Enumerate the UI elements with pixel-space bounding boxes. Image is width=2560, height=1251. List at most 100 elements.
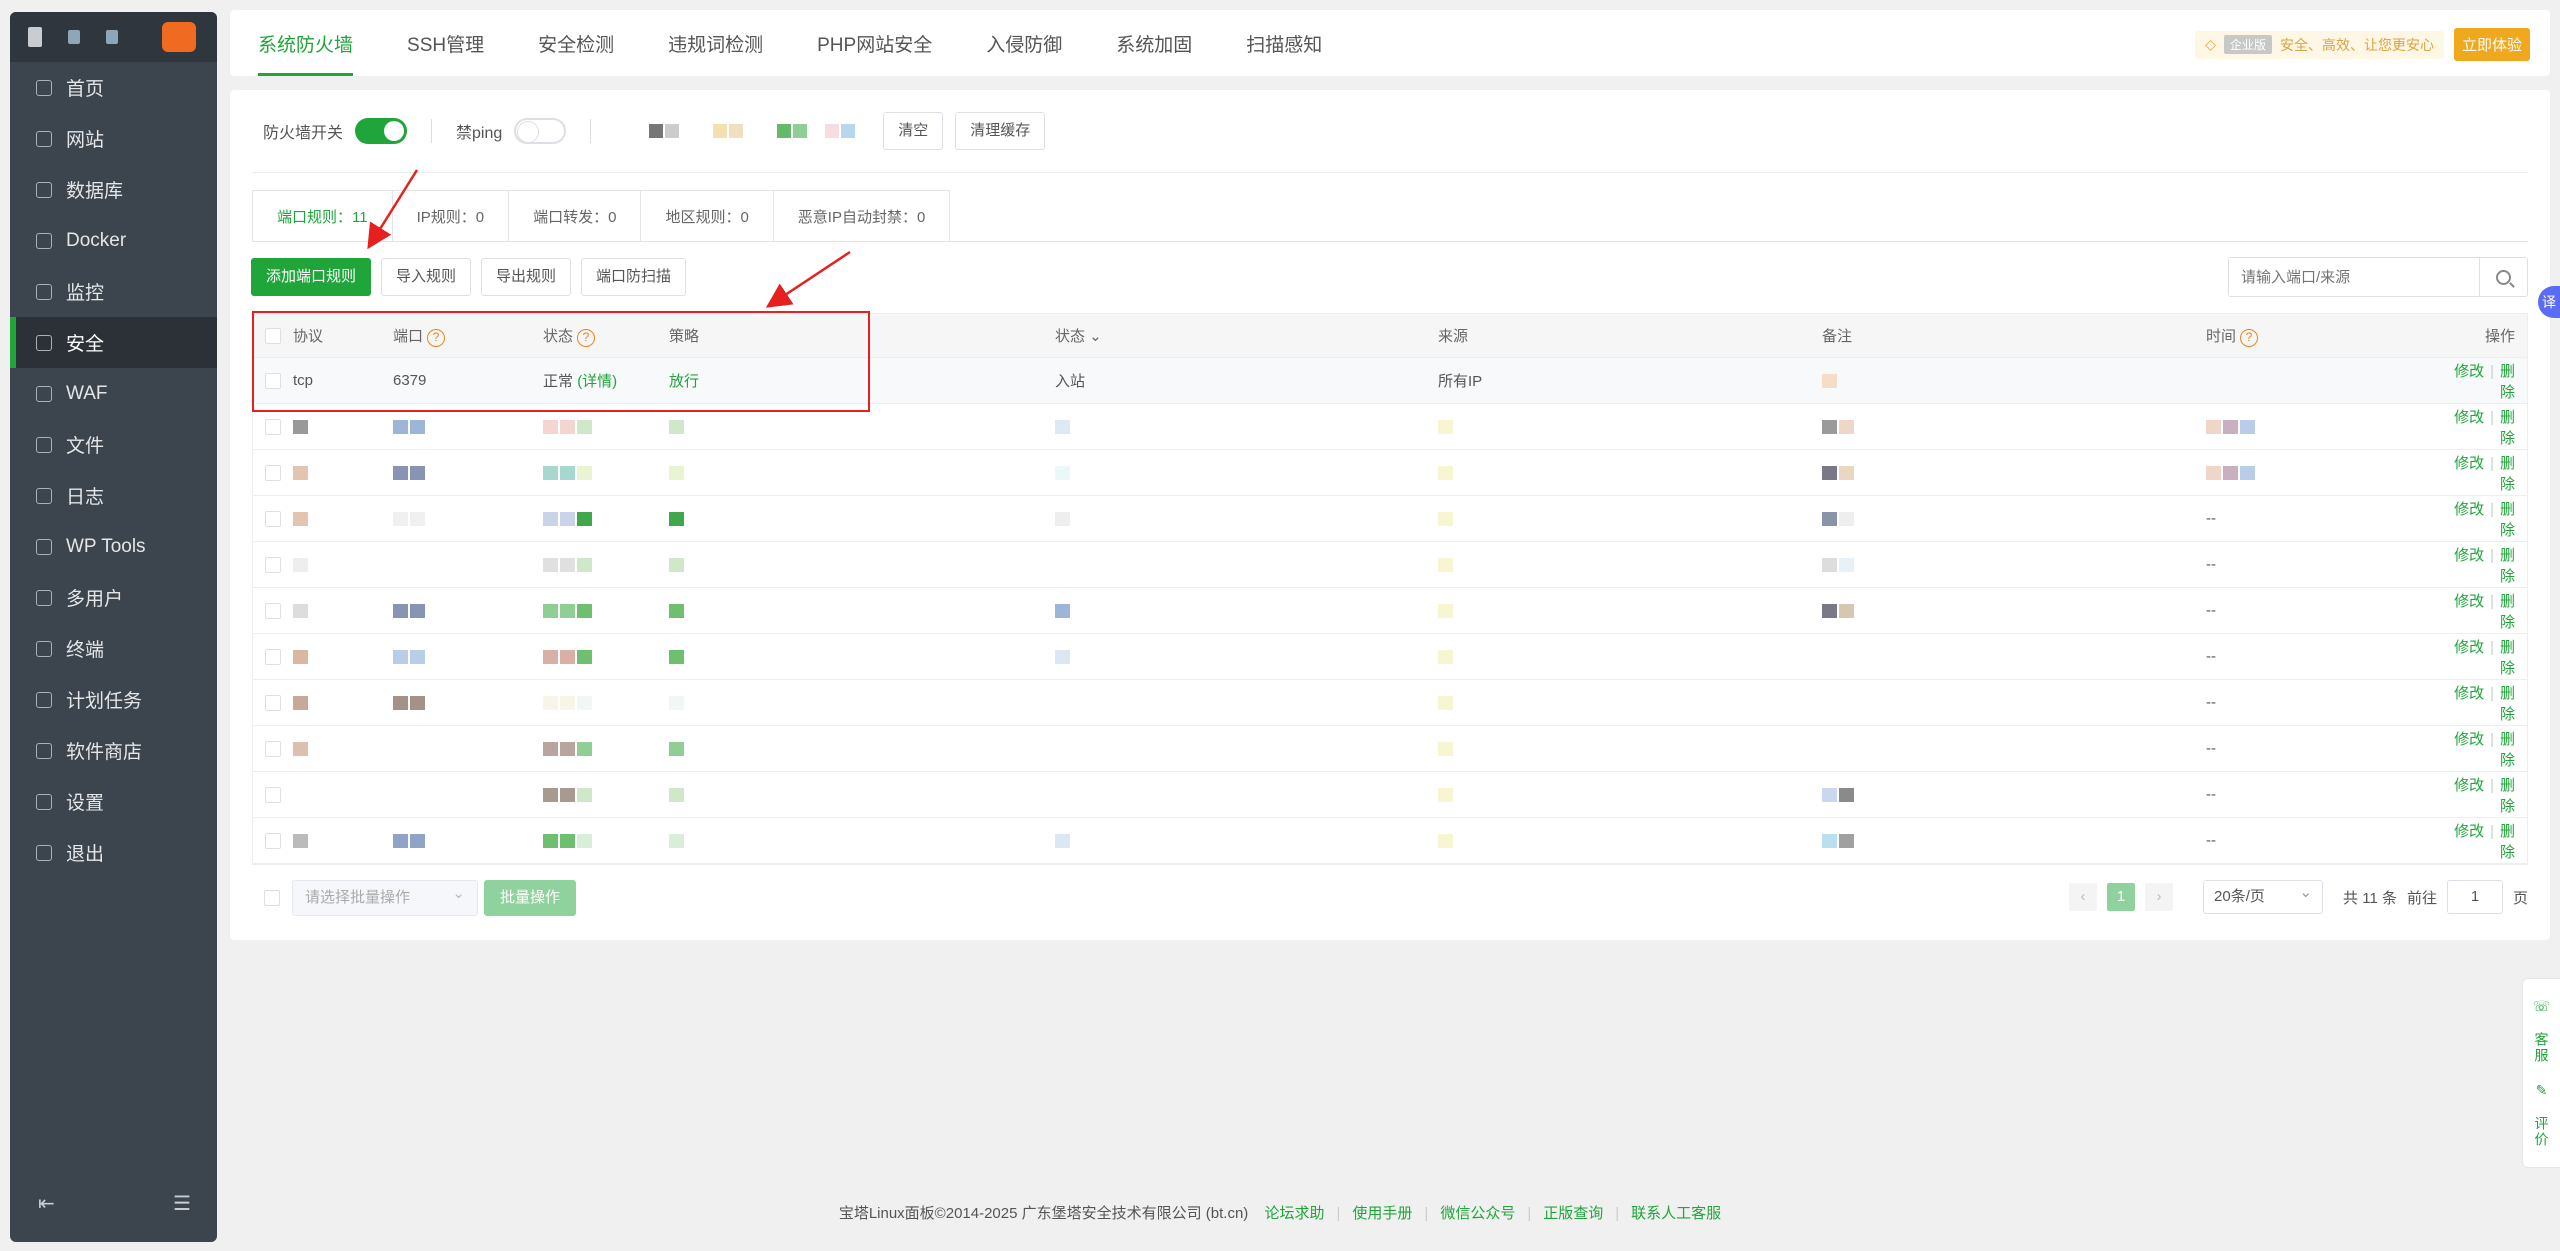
edit-link[interactable]: 修改 [2454, 455, 2484, 472]
row-checkbox[interactable] [265, 694, 281, 711]
sidebar-item-15[interactable]: 退出 [10, 827, 217, 878]
sidebar-item-8[interactable]: 日志 [10, 470, 217, 521]
tab-1[interactable]: SSH管理 [407, 10, 484, 76]
sidebar-item-10[interactable]: 多用户 [10, 572, 217, 623]
help-icon[interactable]: ? [577, 328, 596, 347]
help-icon[interactable]: ? [2240, 328, 2259, 347]
firewall-switch[interactable] [355, 118, 408, 144]
tab-3[interactable]: 违规词检测 [668, 10, 763, 76]
tab-7[interactable]: 扫描感知 [1246, 10, 1322, 76]
edit-link[interactable]: 修改 [2454, 409, 2484, 426]
delete-link[interactable]: 删除 [2500, 593, 2515, 631]
port-scan-button[interactable]: 端口防扫描 [581, 258, 687, 296]
edit-link[interactable]: 修改 [2454, 731, 2484, 748]
search-button[interactable] [2479, 258, 2527, 296]
clear-button[interactable]: 清空 [883, 112, 944, 150]
delete-link[interactable]: 删除 [2500, 547, 2515, 585]
edit-link[interactable]: 修改 [2454, 823, 2484, 840]
status-detail-link[interactable]: (详情) [577, 373, 617, 390]
next-page-button[interactable]: › [2145, 883, 2174, 911]
row-checkbox[interactable] [265, 602, 281, 619]
customer-service-button[interactable]: 客服 [2532, 1032, 2552, 1064]
row-checkbox[interactable] [265, 372, 281, 389]
delete-link[interactable]: 删除 [2500, 501, 2515, 539]
cell-direction: 入站 [1055, 373, 1086, 390]
delete-link[interactable]: 删除 [2500, 731, 2515, 769]
delete-link[interactable]: 删除 [2500, 639, 2515, 677]
sidebar-item-11[interactable]: 终端 [10, 623, 217, 674]
sidebar-item-4[interactable]: 监控 [10, 266, 217, 317]
tab-0[interactable]: 系统防火墙 [258, 10, 354, 76]
tab-6[interactable]: 系统加固 [1116, 10, 1192, 76]
waf-shield-icon [36, 385, 52, 402]
sidebar-item-5[interactable]: 安全 [10, 317, 217, 368]
row-checkbox[interactable] [265, 464, 281, 481]
row-checkbox[interactable] [265, 418, 281, 435]
try-now-button[interactable]: 立即体验 [2453, 28, 2530, 61]
edit-link[interactable]: 修改 [2454, 685, 2484, 702]
rule-tab-1[interactable]: IP规则：0 [393, 191, 510, 242]
row-checkbox[interactable] [265, 556, 281, 573]
footer-link-3[interactable]: 正版查询 [1543, 1205, 1603, 1222]
edit-link[interactable]: 修改 [2454, 639, 2484, 656]
sidebar-item-14[interactable]: 设置 [10, 776, 217, 827]
rule-tab-2[interactable]: 端口转发：0 [509, 191, 642, 242]
rule-tab-3[interactable]: 地区规则：0 [641, 191, 774, 242]
divider: | [1336, 1205, 1341, 1222]
row-checkbox[interactable] [265, 786, 281, 803]
tab-4[interactable]: PHP网站安全 [817, 10, 932, 76]
promo-banner[interactable]: ◇ 企业版 安全、高效、让您更安心 [2195, 30, 2444, 59]
col-direction[interactable]: 状态 ⌄ [1055, 325, 1438, 346]
sidebar-item-3[interactable]: Docker [10, 215, 217, 266]
row-checkbox[interactable] [265, 510, 281, 527]
add-port-rule-button[interactable]: 添加端口规则 [251, 258, 372, 296]
delete-link[interactable]: 删除 [2500, 823, 2515, 861]
tab-5[interactable]: 入侵防御 [986, 10, 1062, 76]
row-checkbox[interactable] [265, 832, 281, 849]
delete-link[interactable]: 删除 [2500, 685, 2515, 723]
redacted-block [293, 466, 308, 481]
import-rule-button[interactable]: 导入规则 [381, 258, 472, 296]
sidebar-item-12[interactable]: 计划任务 [10, 674, 217, 725]
edit-link[interactable]: 修改 [2454, 593, 2484, 610]
sidebar-item-9[interactable]: WP Tools [10, 521, 217, 572]
delete-link[interactable]: 删除 [2500, 455, 2515, 493]
sidebar-item-7[interactable]: 文件 [10, 419, 217, 470]
goto-page-input[interactable]: 1 [2446, 880, 2503, 914]
sidebar-item-13[interactable]: 软件商店 [10, 725, 217, 776]
rule-tab-4[interactable]: 恶意IP自动封禁：0 [774, 191, 950, 242]
search-input[interactable] [2229, 258, 2479, 296]
page-1[interactable]: 1 [2107, 883, 2136, 911]
ping-switch[interactable] [514, 118, 567, 144]
sidebar-item-0[interactable]: 首页 [10, 62, 217, 113]
edit-link[interactable]: 修改 [2454, 501, 2484, 518]
footer-link-1[interactable]: 使用手册 [1352, 1205, 1412, 1222]
row-checkbox[interactable] [265, 648, 281, 665]
sidebar-item-2[interactable]: 数据库 [10, 164, 217, 215]
clear-cache-button[interactable]: 清理缓存 [955, 112, 1046, 150]
export-rule-button[interactable]: 导出规则 [481, 258, 572, 296]
footer-link-0[interactable]: 论坛求助 [1264, 1205, 1324, 1222]
row-checkbox[interactable] [265, 740, 281, 757]
footer-link-4[interactable]: 联系人工客服 [1631, 1205, 1721, 1222]
feedback-button[interactable]: 评价 [2532, 1116, 2552, 1148]
batch-select[interactable]: 请选择批量操作 [292, 877, 478, 916]
folder-icon [36, 436, 52, 453]
help-icon[interactable]: ? [427, 328, 446, 347]
edit-link[interactable]: 修改 [2454, 777, 2484, 794]
select-all-checkbox[interactable] [265, 327, 281, 344]
footer-select-checkbox[interactable] [264, 890, 280, 906]
prev-page-button[interactable]: ‹ [2069, 883, 2098, 911]
batch-button[interactable]: 批量操作 [484, 880, 577, 916]
delete-link[interactable]: 删除 [2500, 363, 2515, 401]
sidebar-item-6[interactable]: WAF [10, 368, 217, 419]
delete-link[interactable]: 删除 [2500, 409, 2515, 447]
edit-link[interactable]: 修改 [2454, 363, 2484, 380]
delete-link[interactable]: 删除 [2500, 777, 2515, 815]
sidebar-item-1[interactable]: 网站 [10, 113, 217, 164]
footer-link-2[interactable]: 微信公众号 [1440, 1205, 1515, 1222]
rule-tab-0[interactable]: 端口规则：11 [253, 191, 393, 242]
tab-2[interactable]: 安全检测 [538, 10, 614, 76]
edit-link[interactable]: 修改 [2454, 547, 2484, 564]
page-size-select[interactable]: 20条/页 [2203, 877, 2324, 914]
